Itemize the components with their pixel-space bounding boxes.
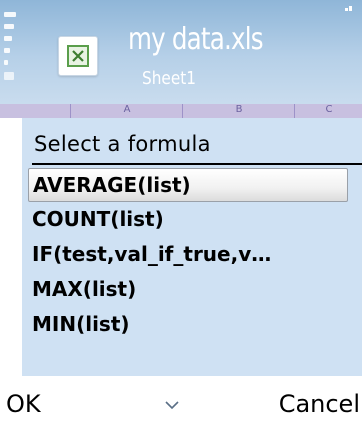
ok-softkey[interactable]: OK xyxy=(6,390,41,418)
cancel-softkey[interactable]: Cancel xyxy=(279,390,360,418)
formula-item-max[interactable]: MAX(list) xyxy=(22,272,362,307)
battery-icon xyxy=(345,6,352,11)
excel-file-icon xyxy=(58,36,98,76)
formula-item-count[interactable]: COUNT(list) xyxy=(22,202,362,237)
formula-item-average[interactable]: AVERAGE(list) xyxy=(28,168,348,202)
signal-strength-icon xyxy=(4,12,16,84)
chevron-down-icon[interactable] xyxy=(164,398,180,412)
dialog-title: Select a formula xyxy=(34,132,211,156)
formula-item-min[interactable]: MIN(list) xyxy=(22,307,362,342)
formula-dialog: Select a formula AVERAGE(list) COUNT(lis… xyxy=(22,118,362,376)
phone-screen: my data.xls Sheet1 A B C Select a formul… xyxy=(0,0,362,423)
softkey-bar: OK Cancel xyxy=(0,376,362,423)
divider xyxy=(32,163,362,165)
window-title: my data.xls xyxy=(128,22,264,57)
formula-list: AVERAGE(list) COUNT(list) IF(test,val_if… xyxy=(22,168,362,342)
formula-item-if[interactable]: IF(test,val_if_true,v… xyxy=(22,237,362,272)
column-header: A xyxy=(70,104,183,118)
column-headers: A B C xyxy=(0,104,362,118)
title-bar: my data.xls Sheet1 xyxy=(0,0,362,104)
sheet-name: Sheet1 xyxy=(142,68,196,89)
column-header: C xyxy=(294,104,362,118)
column-header: B xyxy=(182,104,295,118)
